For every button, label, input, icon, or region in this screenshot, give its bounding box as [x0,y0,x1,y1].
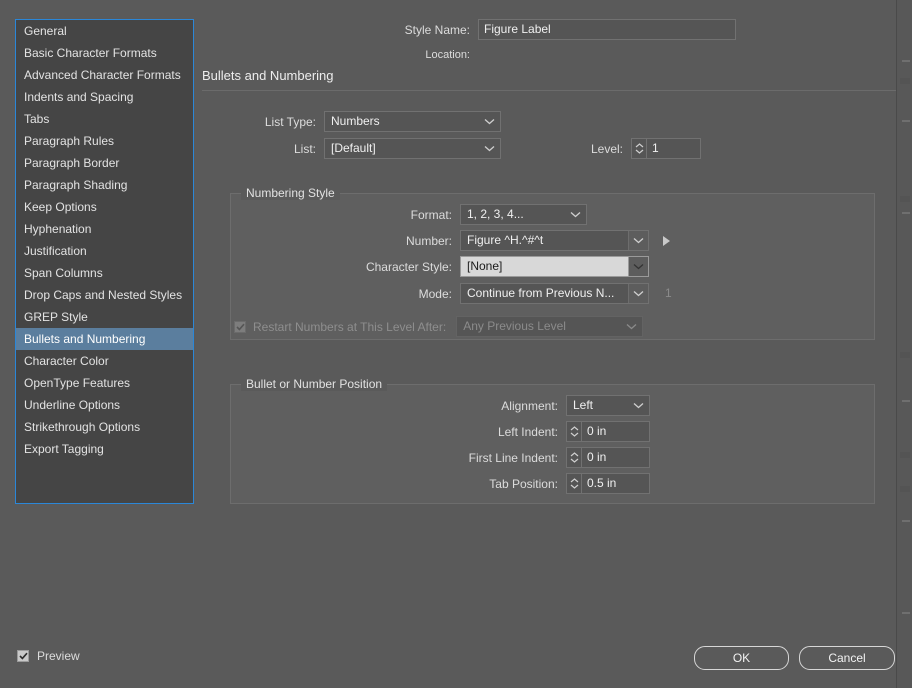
style-name-input[interactable]: Figure Label [478,19,736,40]
chevron-down-icon [570,205,581,224]
sidebar-item-paragraph-border[interactable]: Paragraph Border [16,152,193,174]
sidebar-item-indents-and-spacing[interactable]: Indents and Spacing [16,86,193,108]
number-row: Number: Figure ^H.^#^t [392,230,673,251]
level-row: Level: 1 [583,138,701,159]
list-type-label: List Type: [264,114,316,129]
number-input[interactable]: Figure ^H.^#^t [460,230,649,251]
alignment-row: Alignment: Left [487,395,650,416]
alignment-label: Alignment: [501,398,558,413]
sidebar-item-hyphenation[interactable]: Hyphenation [16,218,193,240]
bullets-and-numbering-dialog: General Basic Character Formats Advanced C… [0,0,912,688]
list-type-value: Numbers [331,114,380,128]
tab-position-row: Tab Position: 0.5 in [472,473,650,494]
list-label: List: [293,141,316,156]
character-style-dropdown[interactable]: [None] [460,256,649,277]
sidebar-item-bullets-and-numbering[interactable]: Bullets and Numbering [16,328,193,350]
sidebar-item-advanced-character-formats[interactable]: Advanced Character Formats [16,64,193,86]
position-title: Bullet or Number Position [241,377,388,391]
number-label: Number: [405,233,452,248]
chevron-down-icon [628,257,648,276]
format-label: Format: [410,207,452,222]
chevron-down-icon [484,112,495,131]
preview-label: Preview [37,649,80,663]
format-row: Format: 1, 2, 3, 4... [392,204,587,225]
section-title: Bullets and Numbering [202,68,334,83]
first-line-indent-label: First Line Indent: [468,450,558,465]
character-style-value: [None] [467,259,503,273]
list-row: List: [Default] [230,138,501,159]
format-value: 1, 2, 3, 4... [467,207,524,221]
first-line-indent-stepper[interactable] [566,447,581,468]
sidebar-item-opentype-features[interactable]: OpenType Features [16,372,193,394]
alignment-value: Left [573,398,594,412]
list-type-dropdown[interactable]: Numbers [324,111,501,132]
sidebar-item-justification[interactable]: Justification [16,240,193,262]
chevron-down-icon [628,284,648,303]
background-app-strip [896,0,912,688]
mode-number-input: 1 [659,283,737,304]
sidebar-item-export-tagging[interactable]: Export Tagging [16,438,193,460]
left-indent-row: Left Indent: 0 in [487,421,650,442]
level-input[interactable]: 1 [646,138,701,159]
style-name-row: Style Name: Figure Label [378,19,736,40]
sidebar-item-paragraph-shading[interactable]: Paragraph Shading [16,174,193,196]
mode-dropdown[interactable]: Continue from Previous N... [460,283,649,304]
sidebar-item-character-color[interactable]: Character Color [16,350,193,372]
chevron-down-icon [626,317,637,336]
left-indent-stepper[interactable] [566,421,581,442]
sidebar-item-tabs[interactable]: Tabs [16,108,193,130]
character-style-label: Character Style: [365,259,452,274]
tab-position-label: Tab Position: [489,476,558,491]
sidebar-item-span-columns[interactable]: Span Columns [16,262,193,284]
left-indent-input[interactable]: 0 in [581,421,650,442]
location-value [478,48,736,62]
sidebar-item-keep-options[interactable]: Keep Options [16,196,193,218]
location-row: Location: [378,48,736,62]
preview-checkbox[interactable] [17,650,29,662]
restart-after-value: Any Previous Level [463,319,566,333]
tab-position-input[interactable]: 0.5 in [581,473,650,494]
sidebar-item-strikethrough-options[interactable]: Strikethrough Options [16,416,193,438]
sidebar-item-paragraph-rules[interactable]: Paragraph Rules [16,130,193,152]
preview-row[interactable]: Preview [17,649,80,663]
restart-numbers-checkbox [234,320,246,333]
numbering-style-title: Numbering Style [241,186,340,200]
number-flyout-icon[interactable] [659,234,673,248]
list-type-row: List Type: Numbers [230,111,501,132]
section-divider [202,90,896,91]
first-line-indent-input[interactable]: 0 in [581,447,650,468]
chevron-down-icon [484,139,495,158]
sidebar-item-underline-options[interactable]: Underline Options [16,394,193,416]
alignment-dropdown[interactable]: Left [566,395,650,416]
mode-row: Mode: Continue from Previous N... 1 [392,283,737,304]
level-stepper[interactable] [631,138,646,159]
format-dropdown[interactable]: 1, 2, 3, 4... [460,204,587,225]
sidebar-item-drop-caps-and-nested-styles[interactable]: Drop Caps and Nested Styles [16,284,193,306]
location-label: Location: [425,49,470,61]
sidebar-item-grep-style[interactable]: GREP Style [16,306,193,328]
mode-label: Mode: [418,286,452,301]
list-dropdown[interactable]: [Default] [324,138,501,159]
chevron-down-icon[interactable] [628,231,648,250]
style-name-label: Style Name: [404,22,470,37]
restart-numbers-row: Restart Numbers at This Level After: Any… [234,316,644,337]
sidebar-item-basic-character-formats[interactable]: Basic Character Formats [16,42,193,64]
sidebar-item-general[interactable]: General [16,20,193,42]
ok-button[interactable]: OK [694,646,789,670]
first-line-indent-row: First Line Indent: 0 in [447,447,650,468]
restart-after-dropdown: Any Previous Level [456,316,644,337]
restart-numbers-label: Restart Numbers at This Level After: [253,319,447,334]
left-indent-label: Left Indent: [497,424,558,439]
chevron-down-icon [633,396,644,415]
list-value: [Default] [331,141,376,155]
mode-value: Continue from Previous N... [467,286,615,300]
category-list[interactable]: General Basic Character Formats Advanced C… [15,19,194,504]
level-label: Level: [590,141,623,156]
settings-pane: Style Name: Figure Label Location: Bulle… [202,0,896,688]
tab-position-stepper[interactable] [566,473,581,494]
cancel-button[interactable]: Cancel [799,646,895,670]
character-style-row: Character Style: [None] [357,256,649,277]
number-value: Figure ^H.^#^t [467,233,544,247]
